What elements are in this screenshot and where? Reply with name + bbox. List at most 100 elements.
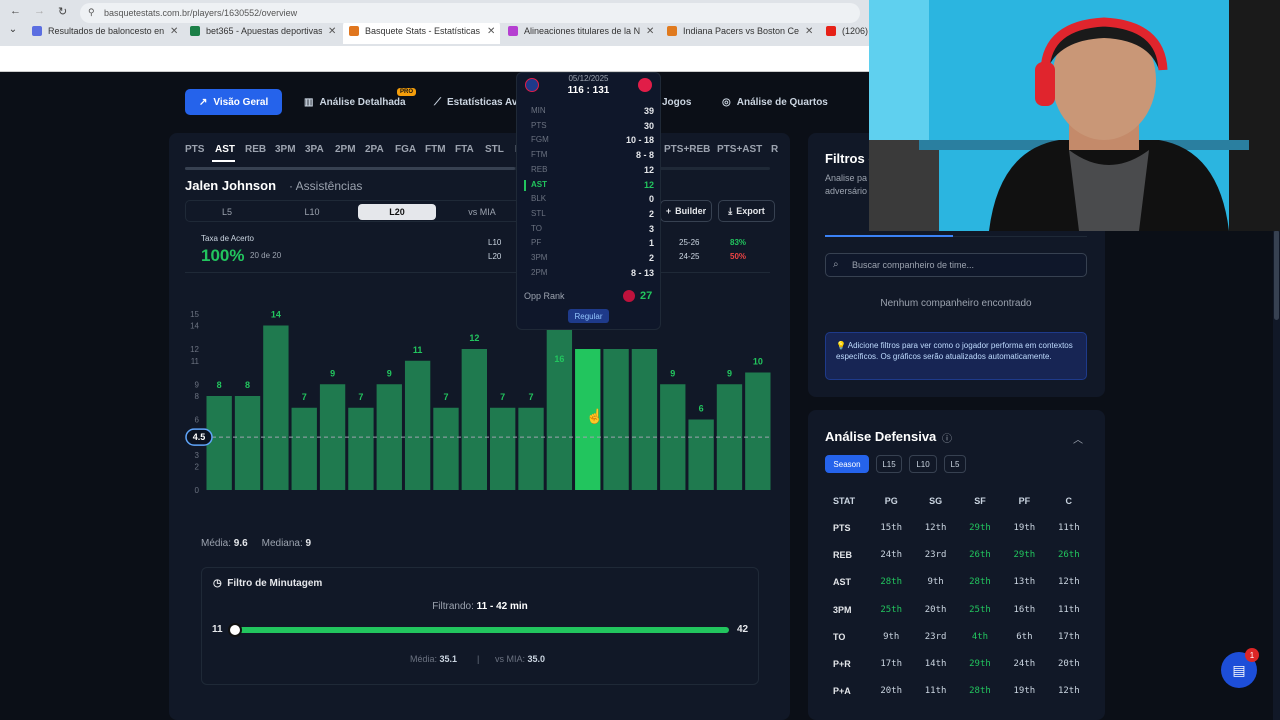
- tooltip-stat-value: 12: [643, 179, 654, 190]
- tab-detailed[interactable]: ▥ Análise Detalhada: [304, 89, 406, 115]
- close-tab-icon[interactable]: ✕: [646, 26, 654, 37]
- range-l10[interactable]: L10: [273, 204, 351, 220]
- segment-l15[interactable]: L15: [876, 455, 902, 473]
- y-tick-label: 2: [195, 463, 200, 472]
- close-tab-icon[interactable]: ✕: [805, 26, 813, 37]
- close-tab-icon[interactable]: ✕: [328, 26, 336, 37]
- close-tab-icon[interactable]: ✕: [170, 26, 178, 37]
- webcam-overlay: [869, 0, 1280, 231]
- chart-bar[interactable]: [461, 349, 487, 490]
- bar-value-label: 8: [245, 380, 250, 390]
- season-type-badge: Regular: [568, 309, 609, 323]
- info-icon[interactable]: ⓘ: [942, 430, 952, 445]
- tooltip-stat-value: 3: [648, 223, 654, 234]
- clipboard-icon: ▤: [1232, 661, 1246, 678]
- back-icon[interactable]: ←: [10, 5, 21, 17]
- stat-tab[interactable]: PTS: [185, 144, 215, 155]
- export-button[interactable]: ⤓ Export: [718, 200, 775, 222]
- site-info-icon[interactable]: ⚲: [88, 7, 95, 18]
- stat-tabs-scroll-thumb[interactable]: [185, 167, 515, 170]
- y-tick-label: 14: [190, 322, 199, 331]
- stat-tab[interactable]: FTM: [425, 144, 455, 155]
- stat-tab[interactable]: 2PM: [335, 144, 365, 155]
- defense-rank-cell: 6th: [1016, 631, 1033, 642]
- stat-tab[interactable]: STL: [485, 144, 515, 155]
- chart-bar[interactable]: [234, 396, 261, 490]
- browser-tab-title: bet365 - Apuestas deportivas e: [206, 26, 322, 36]
- minutes-avg-value: 35.1: [439, 654, 458, 664]
- tooltip-stat-key: MIN: [531, 106, 546, 115]
- defense-header-cell: SF: [974, 495, 986, 506]
- tab-games-label: Jogos: [662, 96, 692, 108]
- segment-l5[interactable]: L5: [944, 455, 966, 473]
- tooltip-stat-key: FTM: [531, 150, 548, 160]
- mean-value: 9.6: [233, 538, 248, 549]
- stat-tab[interactable]: PTS+AST: [717, 144, 762, 155]
- tab-list-icon[interactable]: ⌄: [4, 20, 22, 38]
- chart-bar[interactable]: [603, 349, 629, 490]
- tab-overview[interactable]: ↗ Visão Geral: [185, 89, 283, 115]
- url-input[interactable]: ⚲ basquetestats.com.br/players/1630552/o…: [80, 3, 860, 23]
- chevron-up-icon[interactable]: ︿: [1073, 431, 1083, 446]
- chart-bar[interactable]: [291, 407, 317, 490]
- chart-bar[interactable]: [745, 372, 771, 491]
- stat-tab[interactable]: R: [771, 144, 778, 155]
- builder-button[interactable]: + Builder: [660, 200, 712, 222]
- tab-quarters[interactable]: ◎ Análise de Quartos: [722, 89, 828, 115]
- table-row: REB 24th 23rd 26th 29th 26th: [825, 541, 1091, 568]
- line-chart-icon: ⟋: [434, 96, 441, 108]
- stat-tab[interactable]: 2PA: [365, 144, 395, 155]
- chart-bar[interactable]: [631, 349, 658, 490]
- range-l5[interactable]: L5: [188, 204, 266, 220]
- pro-badge: PRO: [397, 88, 417, 96]
- stat-tab[interactable]: REB: [245, 144, 275, 155]
- season-2-label: 24-25: [679, 252, 700, 261]
- chart-bar[interactable]: [546, 302, 573, 490]
- defense-rank-cell: 12th: [924, 522, 947, 533]
- defense-rank-cell: 26th: [1057, 549, 1080, 560]
- y-tick-label: 15: [190, 310, 199, 319]
- chart-bar[interactable]: [263, 325, 289, 491]
- tooltip-stat-value: 12: [643, 164, 654, 175]
- chart-bar[interactable]: [490, 407, 516, 490]
- filtering-label: Filtrando:: [432, 601, 474, 612]
- filters-tab-active[interactable]: [825, 235, 953, 237]
- chart-bar[interactable]: [348, 407, 374, 490]
- segment-l10[interactable]: L10: [909, 455, 937, 473]
- slider-min-label: 11: [212, 624, 223, 635]
- stat-subtitle-text: Assistências: [295, 179, 363, 193]
- minute-slider-handle[interactable]: [228, 623, 242, 637]
- bar-value-label: 9: [387, 368, 392, 378]
- segment-season[interactable]: Season: [825, 455, 869, 473]
- defense-header-cell: PG: [884, 495, 898, 506]
- chart-bar[interactable]: [688, 419, 714, 491]
- defense-rank-cell: 9th: [927, 577, 944, 588]
- minute-slider-track[interactable]: [235, 627, 729, 633]
- reload-icon[interactable]: ↻: [58, 5, 67, 18]
- stat-tab[interactable]: FTA: [455, 144, 485, 155]
- chart-bar[interactable]: [518, 407, 544, 490]
- download-icon: ⤓: [728, 205, 733, 216]
- range-vs-opponent[interactable]: vs MIA: [443, 204, 521, 220]
- teammate-search-input[interactable]: Buscar companheiro de time...: [825, 253, 1087, 277]
- chart-bar[interactable]: [404, 360, 431, 490]
- close-tab-icon[interactable]: ✕: [487, 26, 495, 37]
- chart-bar[interactable]: [433, 407, 459, 490]
- minutes-average: Média: 35.1: [410, 654, 457, 664]
- slider-max-label: 42: [737, 624, 749, 635]
- stat-tab[interactable]: 3PA: [305, 144, 335, 155]
- stat-tab[interactable]: 3PM: [275, 144, 305, 155]
- trend-icon: ↗: [199, 96, 208, 108]
- stat-tab[interactable]: AST: [215, 144, 245, 155]
- stat-subtitle: · Assistências: [289, 179, 363, 193]
- tooltip-stat-key: 2PM: [531, 267, 548, 277]
- stat-tab[interactable]: PTS+REB: [664, 144, 710, 155]
- defense-rank-cell: 24th: [1013, 659, 1036, 670]
- stat-tab[interactable]: FGA: [395, 144, 425, 155]
- tab-advanced[interactable]: ⟋ Estatísticas Av: [434, 89, 517, 115]
- range-l20[interactable]: L20: [358, 204, 436, 220]
- page-scroll-thumb[interactable]: [1274, 230, 1279, 320]
- forward-icon[interactable]: →: [34, 5, 45, 17]
- tab-games[interactable]: Jogos: [662, 89, 691, 115]
- table-row: 3PM 25th 20th 25th 16th 11th: [825, 596, 1091, 623]
